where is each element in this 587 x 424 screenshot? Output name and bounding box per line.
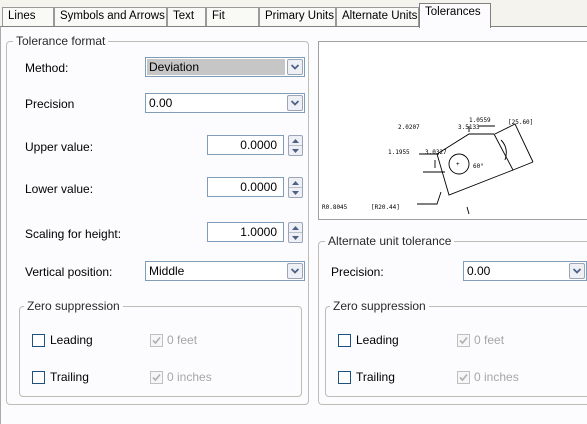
- checkmark-icon: [152, 373, 161, 382]
- method-label: Method:: [25, 61, 69, 75]
- upper-value-spinner[interactable]: [288, 135, 303, 156]
- vertical-position-label: Vertical position:: [25, 265, 113, 279]
- group-title: Alternate unit tolerance: [325, 234, 455, 248]
- feet-label: 0 feet: [167, 333, 198, 347]
- tab-fit[interactable]: Fit: [206, 7, 259, 27]
- trailing-label: Trailing: [50, 370, 89, 384]
- scaling-input[interactable]: 1.0000: [207, 222, 284, 242]
- preview-dim: [R20.44]: [371, 204, 400, 211]
- vertical-position-value: Middle: [149, 264, 185, 278]
- spin-down-icon[interactable]: [289, 188, 302, 197]
- checkmark-icon: [459, 336, 468, 345]
- alt-precision-value: 0.00: [467, 264, 491, 278]
- group-title: Tolerance format: [13, 34, 109, 48]
- lower-value: 0.0000: [240, 180, 277, 194]
- tab-symbols-and-arrows[interactable]: Symbols and Arrows: [54, 7, 167, 27]
- lower-value-label: Lower value:: [25, 182, 94, 196]
- tab-text[interactable]: Text: [167, 7, 206, 27]
- method-value: Deviation: [147, 59, 285, 75]
- preview-dim: 3.5133: [458, 124, 480, 131]
- preview-dim: 1.1955: [388, 149, 410, 156]
- preview-dim: 60°: [473, 163, 484, 170]
- alt-precision-label: Precision:: [331, 265, 384, 279]
- alt-trailing-label: Trailing: [356, 370, 395, 384]
- tab-strip: Lines Symbols and Arrows Text Fit Primar…: [0, 0, 587, 28]
- lower-value-input[interactable]: 0.0000: [207, 177, 284, 197]
- spin-down-icon[interactable]: [289, 233, 302, 242]
- upper-value-input[interactable]: 0.0000: [207, 135, 284, 155]
- preview-dim: 2.0207: [398, 124, 420, 131]
- tab-label: Alternate Units: [342, 10, 418, 22]
- alt-feet-label: 0 feet: [474, 333, 505, 347]
- lower-value-spinner[interactable]: [288, 177, 303, 198]
- alt-leading-label: Leading: [356, 333, 399, 347]
- feet-checkbox[interactable]: [150, 334, 163, 347]
- scaling-spinner[interactable]: [288, 222, 303, 243]
- chevron-down-icon[interactable]: [287, 59, 303, 75]
- tab-label: Tolerances: [425, 6, 481, 18]
- scaling-value: 1.0000: [240, 225, 277, 239]
- preview-drawing: 2.0207 1.0559 3.5133 [25.60] 1.1955 3.03…: [322, 117, 534, 215]
- method-dropdown[interactable]: Deviation: [145, 57, 305, 77]
- tab-label: Fit: [212, 10, 225, 22]
- alt-trailing-checkbox[interactable]: [338, 371, 351, 384]
- tab-label: Primary Units: [265, 10, 335, 22]
- precision-label: Precision: [25, 97, 75, 111]
- alt-inches-label: 0 inches: [474, 370, 519, 384]
- vertical-position-dropdown[interactable]: Middle: [145, 261, 305, 281]
- scaling-label: Scaling for height:: [25, 227, 122, 241]
- group-title: Zero suppression: [24, 299, 123, 313]
- inches-checkbox[interactable]: [150, 371, 163, 384]
- alt-precision-dropdown[interactable]: 0.00: [463, 261, 587, 281]
- checkmark-icon: [459, 373, 468, 382]
- spin-up-icon[interactable]: [289, 178, 302, 188]
- spin-down-icon[interactable]: [289, 146, 302, 155]
- checkmark-icon: [152, 336, 161, 345]
- preview-dim: R0.8045: [322, 204, 348, 211]
- chevron-down-icon[interactable]: [569, 263, 585, 279]
- spin-up-icon[interactable]: [289, 223, 302, 233]
- leading-checkbox[interactable]: [32, 334, 45, 347]
- inches-label: 0 inches: [167, 370, 212, 384]
- upper-value: 0.0000: [240, 138, 277, 152]
- preview-dim: [25.60]: [508, 119, 533, 126]
- tab-alternate-units[interactable]: Alternate Units: [336, 7, 419, 27]
- preview-dim: 1.0559: [469, 117, 491, 124]
- chevron-down-icon[interactable]: [287, 95, 303, 111]
- alt-feet-checkbox[interactable]: [457, 334, 470, 347]
- tab-primary-units[interactable]: Primary Units: [259, 7, 336, 27]
- chevron-down-icon[interactable]: [287, 263, 303, 279]
- trailing-checkbox[interactable]: [32, 371, 45, 384]
- precision-dropdown[interactable]: 0.00: [145, 93, 305, 113]
- tab-label: Text: [173, 10, 195, 22]
- precision-value: 0.00: [149, 96, 173, 110]
- preview-dim: 3.0327: [425, 149, 447, 156]
- center-mark: +: [456, 161, 460, 168]
- dimension-preview: 2.0207 1.0559 3.5133 [25.60] 1.1955 3.03…: [318, 41, 587, 220]
- tab-tolerances[interactable]: Tolerances: [419, 3, 491, 28]
- group-title: Zero suppression: [330, 299, 429, 313]
- spin-up-icon[interactable]: [289, 136, 302, 146]
- leading-label: Leading: [50, 333, 93, 347]
- alt-inches-checkbox[interactable]: [457, 371, 470, 384]
- alt-leading-checkbox[interactable]: [338, 334, 351, 347]
- tab-label: Lines: [8, 10, 36, 22]
- tab-label: Symbols and Arrows: [60, 10, 165, 22]
- upper-value-label: Upper value:: [25, 140, 94, 154]
- tab-lines[interactable]: Lines: [2, 7, 54, 27]
